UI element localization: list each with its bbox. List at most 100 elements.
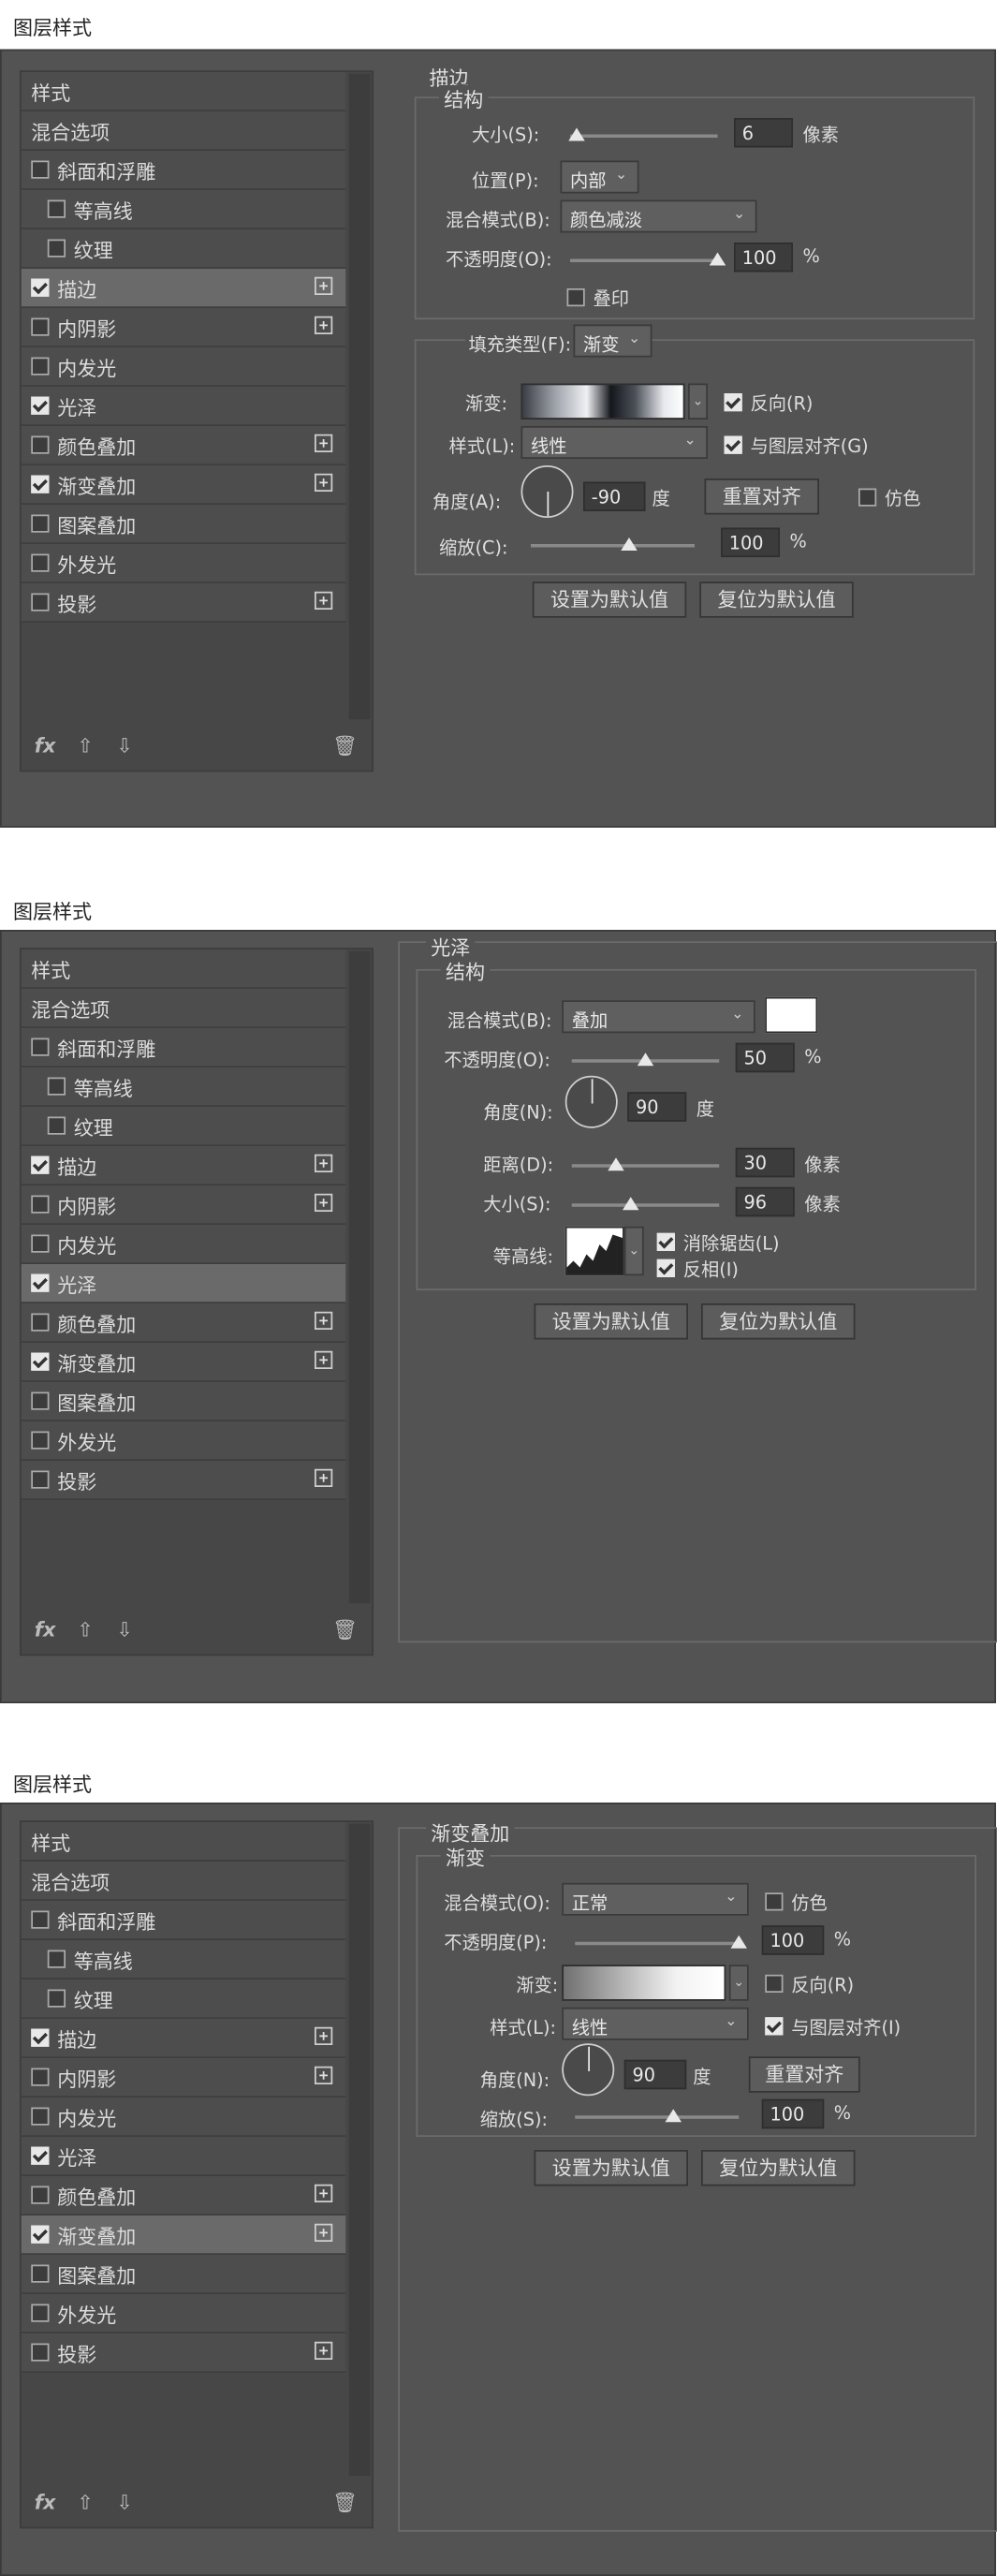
opacity-slider[interactable]: [570, 252, 726, 266]
sidebar-item[interactable]: 内阴影: [21, 1185, 346, 1225]
sidebar-item-checkbox[interactable]: [31, 2225, 50, 2244]
sidebar-item-checkbox[interactable]: [31, 1195, 50, 1214]
sidebar-item-checkbox[interactable]: [47, 1116, 66, 1135]
sidebar-item-checkbox[interactable]: [47, 1950, 66, 1968]
sidebar-item[interactable]: 颜色叠加: [21, 1303, 346, 1343]
opacity-input[interactable]: 100: [761, 1925, 825, 1955]
sidebar-item[interactable]: 纹理: [21, 229, 346, 269]
sidebar-item-checkbox[interactable]: [31, 2146, 50, 2165]
align-layer-checkbox[interactable]: [765, 2017, 784, 2036]
set-default-button[interactable]: 设置为默认值: [534, 2150, 688, 2186]
dither-checkbox[interactable]: [858, 488, 877, 507]
move-down-icon[interactable]: ⇩: [116, 1618, 133, 1641]
sidebar-item[interactable]: 内阴影: [21, 308, 346, 347]
sidebar-item-checkbox[interactable]: [31, 1038, 50, 1056]
sidebar-item-checkbox[interactable]: [31, 2304, 50, 2322]
sidebar-item-checkbox[interactable]: [31, 514, 50, 533]
blend-mode-select[interactable]: 正常 ⌄: [562, 1882, 749, 1916]
sidebar-item-checkbox[interactable]: [31, 553, 50, 572]
add-effect-plus-icon[interactable]: [315, 1154, 333, 1172]
sidebar-item[interactable]: 内发光: [21, 1225, 346, 1264]
sidebar-item[interactable]: 光泽: [21, 1264, 346, 1303]
sidebar-item[interactable]: 投影: [21, 2333, 346, 2373]
angle-input[interactable]: 90: [623, 2059, 687, 2090]
opacity-slider-knob[interactable]: [637, 1052, 654, 1067]
opacity-slider[interactable]: [571, 1052, 720, 1067]
sidebar-header-styles[interactable]: 样式: [21, 949, 346, 989]
sidebar-item-checkbox[interactable]: [47, 1077, 66, 1096]
reset-default-button[interactable]: 复位为默认值: [701, 1303, 856, 1340]
move-down-icon[interactable]: ⇩: [116, 2491, 133, 2514]
fx-icon[interactable]: fx: [35, 1618, 56, 1641]
sidebar-item-checkbox[interactable]: [31, 357, 50, 375]
sidebar-item-checkbox[interactable]: [31, 278, 50, 297]
scale-slider-knob[interactable]: [665, 2109, 682, 2123]
contour-preview[interactable]: [564, 1226, 624, 1276]
distance-input[interactable]: 30: [735, 1147, 795, 1178]
sidebar-scrollbar[interactable]: [348, 950, 371, 1604]
sidebar-item[interactable]: 纹理: [21, 1107, 346, 1146]
sidebar-item-checkbox[interactable]: [31, 435, 50, 454]
sidebar-item-blending-options[interactable]: 混合选项: [21, 989, 346, 1028]
scale-slider[interactable]: [575, 2109, 740, 2123]
opacity-input[interactable]: 100: [734, 243, 793, 272]
sidebar-item-checkbox[interactable]: [31, 1352, 50, 1371]
add-effect-plus-icon[interactable]: [315, 2066, 333, 2084]
scale-input[interactable]: 100: [761, 2098, 825, 2129]
align-layer-checkbox[interactable]: [724, 435, 742, 454]
add-effect-plus-icon[interactable]: [315, 2341, 333, 2360]
dither-checkbox[interactable]: [765, 1892, 784, 1911]
angle-dial[interactable]: [520, 465, 574, 518]
opacity-slider[interactable]: [575, 1935, 747, 1949]
sidebar-item-checkbox[interactable]: [31, 1156, 50, 1174]
fx-icon[interactable]: fx: [35, 734, 56, 758]
position-select[interactable]: 内部 ⌄: [560, 160, 639, 194]
opacity-input[interactable]: 50: [735, 1042, 795, 1073]
size-slider-knob[interactable]: [568, 127, 585, 141]
invert-checkbox[interactable]: [656, 1259, 675, 1277]
sidebar-item-blending-options[interactable]: 混合选项: [21, 1862, 346, 1901]
angle-input[interactable]: -90: [583, 481, 646, 511]
sidebar-item[interactable]: 渐变叠加: [21, 465, 346, 505]
sidebar-item-checkbox[interactable]: [31, 1234, 50, 1253]
sidebar-item-checkbox[interactable]: [31, 1431, 50, 1450]
distance-slider-knob[interactable]: [608, 1157, 624, 1171]
antialias-checkbox[interactable]: [656, 1232, 675, 1251]
add-effect-plus-icon[interactable]: [315, 1468, 333, 1487]
sidebar-item-checkbox[interactable]: [31, 2107, 50, 2126]
sidebar-item[interactable]: 图案叠加: [21, 505, 346, 544]
sidebar-item-checkbox[interactable]: [31, 2186, 50, 2204]
sidebar-item-checkbox[interactable]: [31, 317, 50, 336]
add-effect-plus-icon[interactable]: [315, 276, 333, 295]
overprint-checkbox[interactable]: [566, 288, 585, 307]
sidebar-item[interactable]: 外发光: [21, 544, 346, 583]
move-up-icon[interactable]: ⇧: [77, 734, 94, 758]
fx-icon[interactable]: fx: [35, 2491, 56, 2514]
sidebar-item-checkbox[interactable]: [47, 1989, 66, 2008]
add-effect-plus-icon[interactable]: [315, 316, 333, 334]
scale-slider-knob[interactable]: [621, 537, 638, 551]
sidebar-header-styles[interactable]: 样式: [21, 1822, 346, 1862]
gradient-preview[interactable]: [520, 383, 685, 420]
angle-input[interactable]: 90: [627, 1092, 687, 1122]
reset-default-button[interactable]: 复位为默认值: [699, 581, 854, 618]
sidebar-item-checkbox[interactable]: [31, 593, 50, 611]
style-select[interactable]: 线性 ⌄: [562, 2007, 749, 2040]
distance-slider[interactable]: [571, 1157, 720, 1171]
sidebar-item-checkbox[interactable]: [31, 475, 50, 493]
contour-dropdown-button[interactable]: ⌄: [623, 1226, 644, 1276]
sidebar-item[interactable]: 描边: [21, 269, 346, 308]
sidebar-scrollbar[interactable]: [348, 1823, 371, 2477]
reset-alignment-button[interactable]: 重置对齐: [748, 2056, 860, 2093]
gradient-dropdown-button[interactable]: ⌄: [688, 383, 708, 420]
size-input[interactable]: 96: [735, 1186, 795, 1217]
set-default-button[interactable]: 设置为默认值: [532, 581, 687, 618]
trash-icon[interactable]: 🗑: [332, 1618, 358, 1641]
sidebar-item[interactable]: 光泽: [21, 2137, 346, 2176]
sidebar-item[interactable]: 投影: [21, 1461, 346, 1500]
sidebar-item[interactable]: 渐变叠加: [21, 1343, 346, 1382]
gradient-preview[interactable]: [562, 1965, 726, 2001]
opacity-slider-knob[interactable]: [709, 252, 726, 266]
sidebar-item[interactable]: 斜面和浮雕: [21, 1901, 346, 1940]
sidebar-item[interactable]: 外发光: [21, 2294, 346, 2333]
